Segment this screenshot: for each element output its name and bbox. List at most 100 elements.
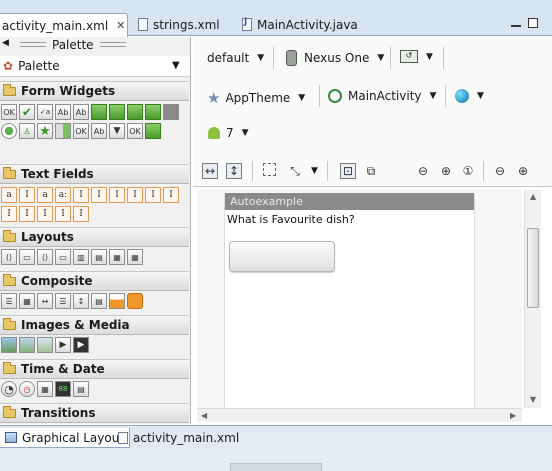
number-decimal-icon[interactable]: I xyxy=(37,206,53,222)
zoom-emulate-icon[interactable]: ⊖ xyxy=(415,163,431,179)
palette-selector[interactable]: ✿ Palette ▼ xyxy=(0,56,190,77)
ratingbar-icon[interactable]: ♙ xyxy=(19,123,35,139)
zoom-fit-icon[interactable]: ⊕ xyxy=(438,163,454,179)
time-field-icon[interactable]: I xyxy=(145,187,161,203)
horizontal-scrollview-icon[interactable]: ↔ xyxy=(37,293,53,309)
imageview-icon[interactable] xyxy=(1,337,17,353)
question-textview[interactable]: What is Favourite dish? xyxy=(227,213,355,226)
phone-icon[interactable]: I xyxy=(91,187,107,203)
star-rating-icon[interactable]: ★ xyxy=(37,123,53,139)
videoview-icon[interactable]: ▶ xyxy=(73,337,89,353)
locale-dropdown[interactable]: ▼ xyxy=(455,89,484,103)
layout-canvas[interactable]: Autoexample What is Favourite dish? xyxy=(197,190,522,411)
password-numeric-icon[interactable]: a: xyxy=(55,187,71,203)
multi-autocomplete-icon[interactable]: I xyxy=(73,206,89,222)
category-time-date[interactable]: Time & Date xyxy=(0,359,189,379)
linearlayout-horizontal-icon[interactable]: ▭ xyxy=(55,249,71,265)
calendarview-icon[interactable]: ▤ xyxy=(73,381,89,397)
chevron-down-icon[interactable]: ▼ xyxy=(172,60,180,71)
imagebutton-icon[interactable] xyxy=(19,337,35,353)
clear-weights-icon[interactable]: ⧉ xyxy=(363,163,379,179)
spinner-icon[interactable]: ▼ xyxy=(109,123,125,139)
gridview-icon[interactable]: ▦ xyxy=(19,293,35,309)
device-dropdown[interactable]: Nexus One ▼ xyxy=(286,50,384,66)
zoom-out-icon[interactable]: ⊖ xyxy=(492,163,508,179)
tab-mainactivity-java[interactable]: MainActivity.java xyxy=(242,13,358,36)
slidingdrawer-icon[interactable] xyxy=(127,293,143,309)
horizontal-scrollbar[interactable]: ◀ ▶ xyxy=(197,408,522,422)
tab-strings-xml[interactable]: strings.xml xyxy=(138,13,220,36)
digitalclock-icon[interactable]: 88 xyxy=(55,381,71,397)
category-layouts[interactable]: Layouts xyxy=(0,227,189,247)
vertical-scroll-thumb[interactable] xyxy=(527,228,539,308)
tablerow-icon[interactable]: ▦ xyxy=(109,249,125,265)
seekbar-icon[interactable] xyxy=(145,104,161,120)
scroll-down-icon[interactable]: ▼ xyxy=(530,395,536,404)
collapse-left-icon[interactable]: ◀ xyxy=(2,38,9,48)
minimize-icon[interactable] xyxy=(511,24,521,27)
gallery-icon[interactable] xyxy=(37,337,53,353)
gridlayout-icon[interactable]: ⟨⟩ xyxy=(1,249,17,265)
autocomplete-icon[interactable]: I xyxy=(55,206,71,222)
timepicker-icon[interactable]: ◔ xyxy=(1,381,17,397)
activity-dropdown[interactable]: MainActivity ▼ xyxy=(328,89,436,103)
app-theme-dropdown[interactable]: ★ AppTheme ▼ xyxy=(207,89,305,107)
maximize-icon[interactable] xyxy=(528,18,538,28)
toggle-green-icon[interactable] xyxy=(145,123,161,139)
quickcontactbadge-icon[interactable] xyxy=(163,104,179,120)
preview-button[interactable] xyxy=(229,241,335,272)
togglebutton-icon[interactable]: OK xyxy=(73,123,89,139)
medium-text-icon[interactable]: Ab xyxy=(73,104,89,120)
switch-icon[interactable] xyxy=(55,123,71,139)
analogclock-icon[interactable]: ◷ xyxy=(19,381,35,397)
device-screen-preview[interactable]: Autoexample What is Favourite dish? xyxy=(224,193,475,411)
toggle-fill-width-icon[interactable]: ↔ xyxy=(202,163,218,179)
theme-variant-dropdown[interactable]: default ▼ xyxy=(207,51,264,65)
category-composite[interactable]: Composite xyxy=(0,271,189,291)
linearlayout-vertical-icon[interactable]: ▭ xyxy=(19,249,35,265)
small-button-icon[interactable]: OK xyxy=(127,123,143,139)
date-field-icon[interactable]: I xyxy=(163,187,179,203)
listview-icon[interactable]: ☰ xyxy=(1,293,17,309)
api-level-dropdown[interactable]: 7 ▼ xyxy=(208,126,249,140)
textview-icon[interactable]: OK xyxy=(1,104,17,120)
progressbar-small-icon[interactable] xyxy=(127,104,143,120)
category-images-media[interactable]: Images & Media xyxy=(0,315,189,335)
scroll-right-icon[interactable]: ▶ xyxy=(510,411,516,420)
category-text-fields[interactable]: Text Fields xyxy=(0,164,189,184)
framelayout-icon[interactable]: ⟨⟩ xyxy=(37,249,53,265)
checkbox-icon[interactable]: ✔ xyxy=(19,104,35,120)
number-signed-icon[interactable]: I xyxy=(19,206,35,222)
tab-activity-main-xml[interactable]: activity_main.xml ✕ xyxy=(0,13,128,37)
tabhost-icon[interactable] xyxy=(109,293,125,309)
radiobutton-icon[interactable] xyxy=(1,123,17,139)
orientation-dropdown[interactable]: ↺ ▼ xyxy=(400,50,433,63)
password-icon[interactable]: a xyxy=(37,187,53,203)
searchview-icon[interactable]: ▤ xyxy=(91,293,107,309)
scroll-up-icon[interactable]: ▲ xyxy=(530,192,536,201)
progressbar-icon[interactable] xyxy=(91,104,107,120)
space-icon[interactable]: ▦ xyxy=(127,249,143,265)
chevron-down-icon[interactable]: ▼ xyxy=(311,166,318,176)
tablelayout-icon[interactable]: ▤ xyxy=(91,249,107,265)
distribute-weights-icon[interactable]: ⊡ xyxy=(340,163,356,179)
category-form-widgets[interactable]: Form Widgets xyxy=(0,81,189,101)
toggle-fill-height-icon[interactable]: ↕ xyxy=(226,163,242,179)
postal-address-icon[interactable]: I xyxy=(109,187,125,203)
multiline-text-icon[interactable]: I xyxy=(127,187,143,203)
tab-activity-main-xml-source[interactable]: activity_main.xml xyxy=(113,428,244,448)
expandable-listview-icon[interactable]: ☰ xyxy=(55,293,71,309)
progressbar-large-icon[interactable] xyxy=(109,104,125,120)
checkedtextview-icon[interactable]: ✓a xyxy=(37,104,53,120)
relativelayout-icon[interactable]: ▥ xyxy=(73,249,89,265)
button-icon[interactable]: Ab xyxy=(91,123,107,139)
zoom-in-icon[interactable]: ⊕ xyxy=(515,163,531,179)
category-transitions[interactable]: Transitions xyxy=(0,403,189,423)
mediacontroller-icon[interactable]: ▶ xyxy=(55,337,71,353)
margins-icon[interactable] xyxy=(263,163,276,176)
email-icon[interactable]: I xyxy=(73,187,89,203)
datepicker-icon[interactable]: ▦ xyxy=(37,381,53,397)
vertical-scrollbar[interactable]: ▲ ▼ xyxy=(524,190,541,408)
zoom-actual-icon[interactable]: ① xyxy=(460,163,476,179)
large-text-icon[interactable]: Ab xyxy=(55,104,71,120)
